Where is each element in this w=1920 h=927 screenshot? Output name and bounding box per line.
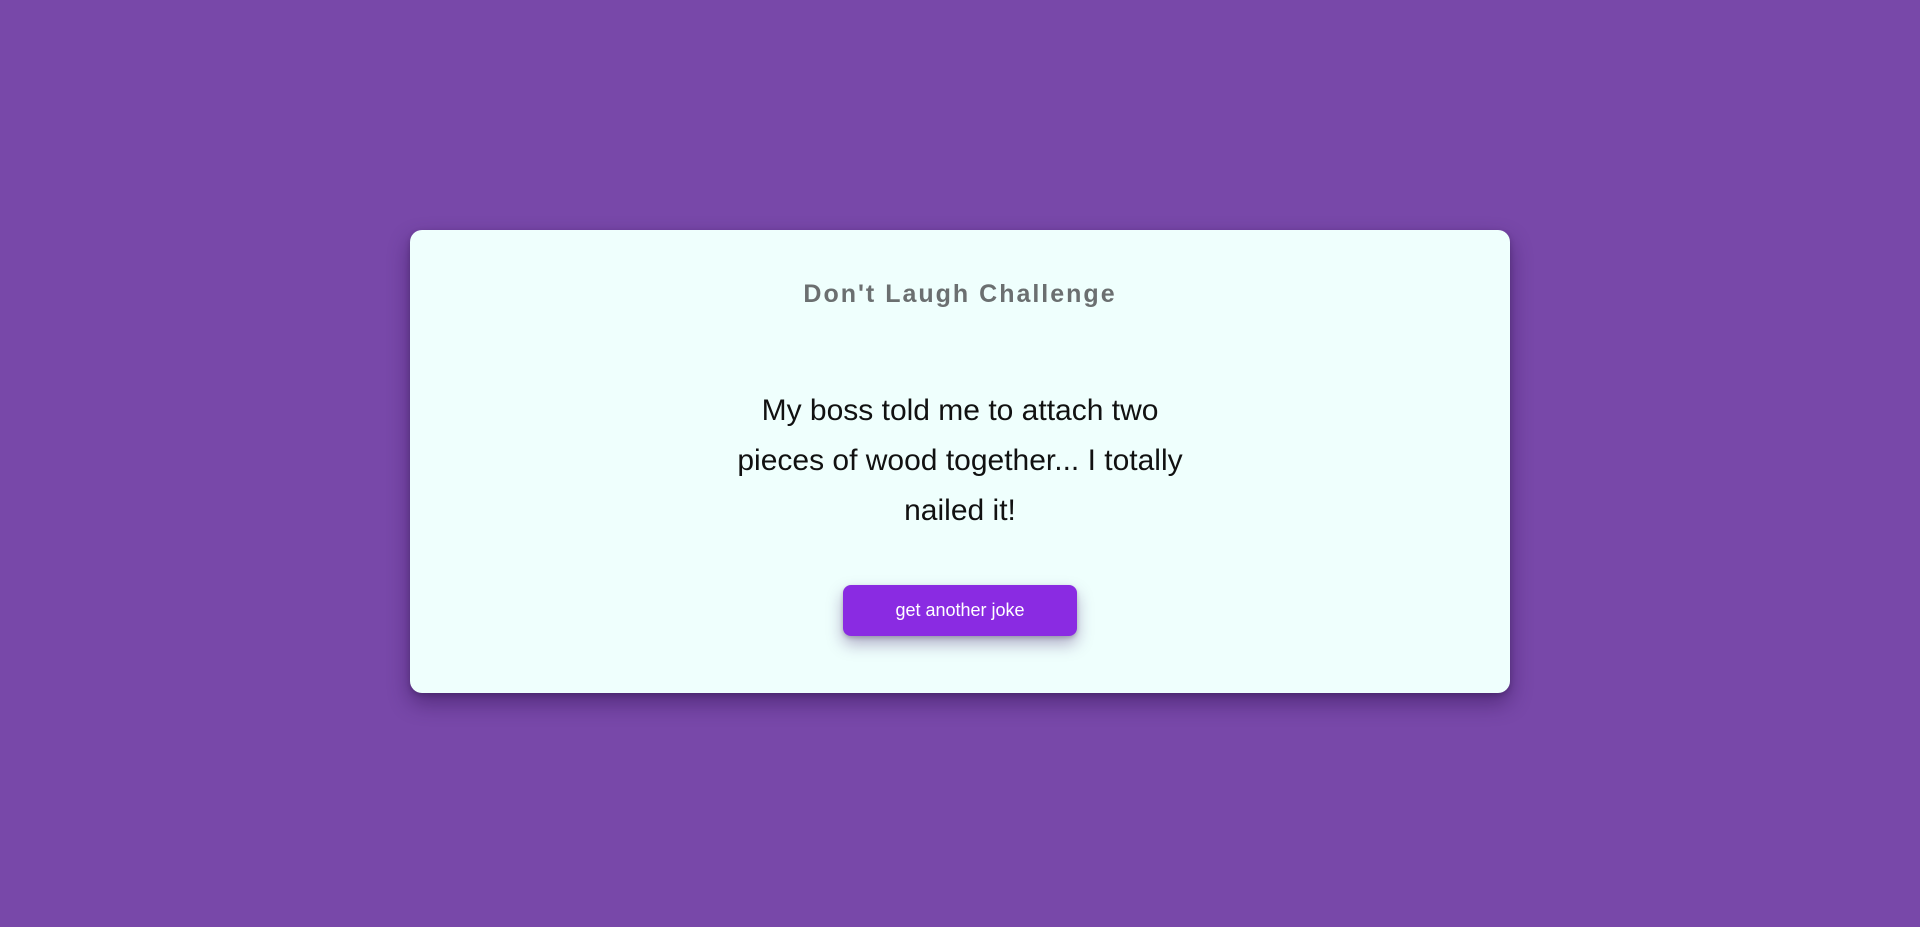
joke-card: Don't Laugh Challenge My boss told me to…	[410, 230, 1510, 693]
joke-text: My boss told me to attach two pieces of …	[737, 394, 1183, 527]
page-title: Don't Laugh Challenge	[803, 280, 1117, 308]
get-another-joke-button[interactable]: get another joke	[843, 585, 1077, 636]
